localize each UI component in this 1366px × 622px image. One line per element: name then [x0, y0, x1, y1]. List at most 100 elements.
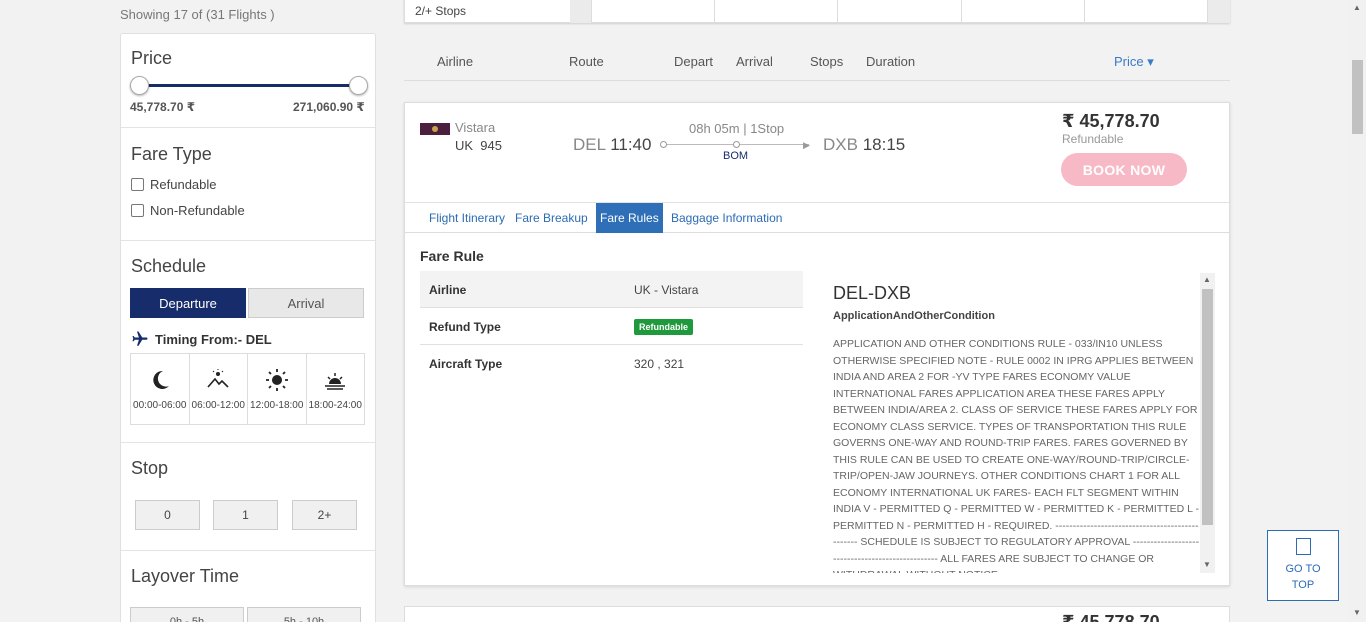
- matrix-cell[interactable]: [591, 0, 592, 23]
- divider: [121, 240, 375, 241]
- price-slider-max-handle[interactable]: [349, 76, 368, 95]
- price-filter-title: Price: [131, 48, 173, 68]
- page-scroll-thumb[interactable]: [1352, 60, 1363, 134]
- fare-rule-title: Fare Rule: [420, 248, 484, 264]
- flight-duration: 08h 05m | 1Stop: [689, 121, 785, 136]
- slot-label: 18:00-24:00: [308, 399, 362, 411]
- page-scrollbar[interactable]: ▲ ▼: [1349, 0, 1366, 622]
- tab-flight-itinerary[interactable]: Flight Itinerary: [425, 203, 509, 233]
- scroll-down-icon[interactable]: ▼: [1353, 608, 1361, 617]
- matrix-cell[interactable]: [837, 0, 838, 23]
- table-row: Airline UK - Vistara: [420, 271, 803, 308]
- price-slider-min-handle[interactable]: [130, 76, 149, 95]
- sort-airline[interactable]: Airline: [437, 54, 473, 69]
- flight-card-next: ₹ 45,778.70: [404, 606, 1230, 622]
- rule-route: DEL-DXB: [833, 283, 912, 303]
- layover-0-5-button[interactable]: 0h - 5h: [130, 607, 244, 622]
- matrix-cell: [1208, 0, 1230, 23]
- matrix-cell[interactable]: [1084, 0, 1085, 23]
- rule-scrollbar[interactable]: ▲ ▼: [1200, 273, 1215, 573]
- departure-tab-button[interactable]: Departure: [130, 288, 246, 318]
- sort-price-dropdown[interactable]: Price ▾: [1114, 54, 1154, 70]
- arrow-up-icon: [1295, 538, 1311, 555]
- refundable-checkbox[interactable]: [131, 178, 144, 191]
- slot-afternoon[interactable]: 12:00-18:00: [248, 354, 307, 424]
- divider: [121, 550, 375, 551]
- arrival-tab-button[interactable]: Arrival: [248, 288, 364, 318]
- layover-5-10-button[interactable]: 5h - 10h: [247, 607, 361, 622]
- arrival-info: DXB 18:15: [823, 135, 905, 155]
- airline-code: UK: [455, 138, 474, 153]
- sunset-icon: [325, 372, 346, 390]
- sun-icon: [265, 368, 288, 391]
- flight-number: UK 945: [455, 138, 502, 153]
- row-label: Refund Type: [429, 320, 501, 334]
- non-refundable-label: Non-Refundable: [150, 203, 245, 218]
- time-slots: 00:00-06:00 06:00-12:00 12:00-18:00 18:0…: [130, 353, 365, 425]
- matrix-stops-label: 2/+ Stops: [415, 4, 467, 18]
- sort-duration[interactable]: Duration: [866, 54, 915, 69]
- slot-morning[interactable]: 06:00-12:00: [190, 354, 248, 424]
- origin-code: DEL: [573, 135, 606, 154]
- schedule-title: Schedule: [131, 256, 207, 276]
- refundable-option[interactable]: Refundable: [131, 177, 217, 192]
- next-flight-price: ₹ 45,778.70: [1062, 612, 1160, 622]
- sort-arrival[interactable]: Arrival: [736, 54, 773, 69]
- tab-baggage-information[interactable]: Baggage Information: [667, 203, 786, 233]
- scroll-down-icon[interactable]: ▼: [1203, 560, 1211, 569]
- slot-label: 12:00-18:00: [250, 399, 304, 411]
- airline-name: Vistara: [455, 120, 496, 135]
- detail-tabs: Flight Itinerary Fare Breakup Fare Rules…: [405, 203, 1229, 233]
- stop-2plus-button[interactable]: 2+: [292, 500, 357, 530]
- destination-code: DXB: [823, 135, 858, 154]
- moon-icon: [153, 370, 169, 389]
- fare-rule-table: Airline UK - Vistara Refund Type Refunda…: [420, 271, 803, 382]
- stop-1-button[interactable]: 1: [213, 500, 278, 530]
- scroll-up-icon[interactable]: ▲: [1353, 3, 1361, 12]
- refund-status: Refundable: [1062, 132, 1124, 146]
- tab-fare-rules[interactable]: Fare Rules: [596, 203, 663, 233]
- fare-type-title: Fare Type: [131, 144, 212, 164]
- fare-rule-details[interactable]: DEL-DXB ApplicationAndOtherCondition APP…: [823, 273, 1215, 573]
- arrival-time: 18:15: [862, 135, 906, 154]
- slot-night[interactable]: 00:00-06:00: [131, 354, 190, 424]
- book-now-button[interactable]: BOOK NOW: [1061, 153, 1187, 186]
- row-value: 320 , 321: [634, 357, 685, 371]
- rule-text: APPLICATION AND OTHER CONDITIONS RULE - …: [833, 338, 1200, 573]
- matrix-cell[interactable]: [961, 0, 962, 23]
- flight-num: 945: [480, 138, 502, 153]
- go-to-top-label: GO TO TOP: [1285, 563, 1321, 591]
- sort-depart[interactable]: Depart: [674, 54, 713, 69]
- scroll-up-icon[interactable]: ▲: [1203, 275, 1211, 284]
- scroll-thumb[interactable]: [1202, 289, 1213, 525]
- slot-evening[interactable]: 18:00-24:00: [307, 354, 365, 424]
- timing-from-label: Timing From:- DEL: [155, 331, 272, 347]
- timing-from: Timing From:- DEL: [131, 330, 272, 348]
- rule-section-title: ApplicationAndOtherCondition: [833, 310, 995, 322]
- via-airport: BOM: [723, 150, 749, 162]
- stop-0-button[interactable]: 0: [135, 500, 200, 530]
- filters-panel: Price 45,778.70 ₹ 271,060.90 ₹ Fare Type…: [120, 33, 376, 622]
- price-min-value: 45,778.70 ₹: [130, 100, 196, 114]
- divider: [121, 127, 375, 128]
- flight-price: ₹ 45,778.70: [1062, 111, 1160, 131]
- matrix-cell[interactable]: [714, 0, 715, 23]
- non-refundable-option[interactable]: Non-Refundable: [131, 203, 245, 218]
- layover-title: Layover Time: [131, 566, 240, 586]
- fare-matrix: 2/+ Stops: [404, 0, 1230, 23]
- sort-route[interactable]: Route: [569, 54, 604, 69]
- sort-header: Airline Route Depart Arrival Stops Durat…: [404, 45, 1230, 81]
- price-slider-track[interactable]: [139, 84, 359, 87]
- departure-time: 11:40: [610, 135, 652, 154]
- divider: [121, 442, 375, 443]
- tab-fare-breakup[interactable]: Fare Breakup: [511, 203, 592, 233]
- go-to-top-button[interactable]: GO TO TOP: [1267, 530, 1339, 601]
- airplane-icon: [132, 331, 148, 346]
- route-start-dot: [660, 141, 667, 148]
- non-refundable-checkbox[interactable]: [131, 204, 144, 217]
- row-label: Airline: [429, 283, 467, 297]
- sort-stops[interactable]: Stops: [810, 54, 843, 69]
- sunrise-mountain-icon: [207, 368, 229, 388]
- price-max-value: 271,060.90 ₹: [293, 100, 365, 114]
- results-count: Showing 17 of (31 Flights ): [120, 7, 275, 22]
